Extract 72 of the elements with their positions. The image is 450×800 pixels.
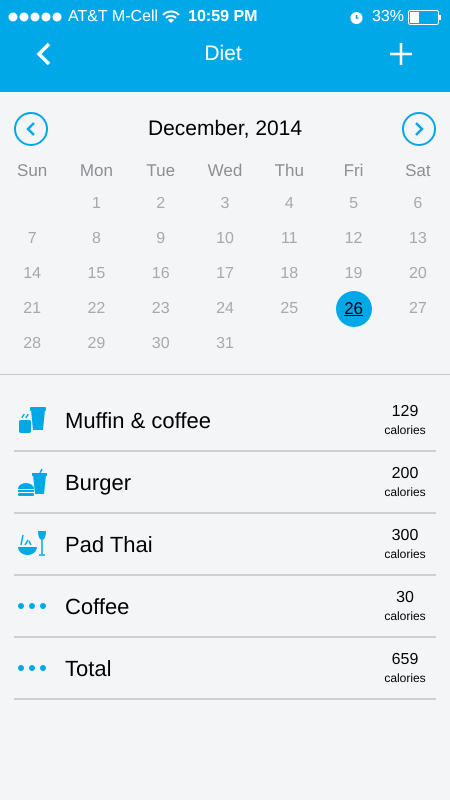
calendar-day[interactable]: 15	[78, 258, 114, 288]
screen-title: Diet	[204, 41, 242, 68]
calorie-count: 129	[392, 402, 418, 422]
calendar-day[interactable]: 6	[400, 188, 436, 218]
month-title: December, 2014	[148, 116, 302, 142]
calendar-day[interactable]: 18	[271, 258, 308, 288]
calendar-day[interactable]: 5	[336, 188, 372, 218]
previous-month-button[interactable]	[14, 112, 48, 146]
calorie-unit: calories	[384, 608, 426, 624]
calendar-day[interactable]: 31	[206, 328, 243, 358]
weekday-label: Mon	[80, 160, 113, 182]
burger-and-drink-icon	[17, 468, 47, 496]
weekday-label: Wed	[208, 160, 242, 182]
calendar-day[interactable]: 20	[400, 258, 436, 288]
calorie-count: 659	[392, 650, 418, 670]
signal-icon	[8, 12, 64, 22]
calendar-day[interactable]: 12	[336, 224, 372, 254]
calendar-day[interactable]: 30	[142, 328, 179, 358]
calorie-unit: calories	[384, 546, 426, 562]
meal-name: Burger	[65, 468, 132, 497]
more-icon	[17, 602, 47, 610]
clock-time: 10:59 PM	[188, 7, 258, 27]
calendar-day[interactable]: 8	[78, 224, 114, 254]
calendar-day[interactable]: 27	[400, 294, 436, 324]
calendar-day[interactable]: 3	[206, 188, 243, 218]
chevron-right-icon	[414, 122, 424, 136]
meal-name: Coffee	[65, 592, 130, 620]
meal-name: Pad Thai	[65, 530, 154, 558]
calendar-day[interactable]: 11	[271, 224, 308, 254]
calendar-day[interactable]: 9	[142, 224, 179, 254]
meal-name: Muffin & coffee	[65, 406, 212, 434]
calendar-day[interactable]: 29	[78, 328, 114, 358]
calendar-day[interactable]: 1	[78, 188, 114, 218]
calendar-day[interactable]: 17	[206, 258, 243, 288]
chevron-left-icon	[26, 122, 36, 136]
calorie-unit: calories	[384, 670, 426, 686]
carrier-name: AT&T M-Cell	[68, 7, 158, 27]
calendar-day[interactable]: 19	[336, 258, 372, 288]
next-month-button[interactable]	[402, 112, 436, 146]
calendar-day[interactable]: 21	[14, 294, 50, 324]
calendar-day[interactable]: 4	[271, 188, 308, 218]
alarm-icon	[348, 10, 364, 24]
calorie-unit: calories	[384, 484, 426, 500]
calendar-day[interactable]: 25	[271, 294, 308, 324]
calendar-day[interactable]: 23	[142, 294, 179, 324]
more-icon	[17, 664, 47, 672]
calorie-count: 200	[392, 464, 418, 484]
calorie-count: 300	[392, 526, 418, 546]
calendar-day[interactable]: 16	[142, 258, 179, 288]
calorie-unit: calories	[384, 422, 426, 438]
weekday-label: Sat	[405, 160, 431, 182]
weekday-label: Tue	[146, 160, 176, 182]
add-button[interactable]	[390, 42, 414, 66]
calendar-day[interactable]: 2	[142, 188, 179, 218]
wifi-icon	[162, 10, 180, 24]
weekday-label: Sun	[17, 160, 48, 182]
bowl-and-glass-icon	[17, 530, 47, 558]
calendar-day[interactable]: 14	[14, 258, 50, 288]
calendar-day[interactable]: 26	[336, 291, 372, 327]
weekday-label: Fri	[344, 160, 364, 182]
coffee-and-muffin-icon	[17, 406, 47, 434]
calendar-day[interactable]: 22	[78, 294, 114, 324]
calendar-day[interactable]: 13	[400, 224, 436, 254]
meal-name: Total	[65, 654, 112, 682]
calendar-day[interactable]: 10	[206, 224, 243, 254]
battery-percent: 33%	[372, 7, 404, 27]
calendar-day[interactable]: 24	[206, 294, 243, 324]
calendar-day[interactable]: 28	[14, 328, 50, 358]
battery-icon	[408, 10, 442, 24]
calendar-day[interactable]: 7	[14, 224, 50, 254]
calorie-count: 30	[396, 588, 414, 608]
weekday-label: Thu	[274, 160, 304, 182]
